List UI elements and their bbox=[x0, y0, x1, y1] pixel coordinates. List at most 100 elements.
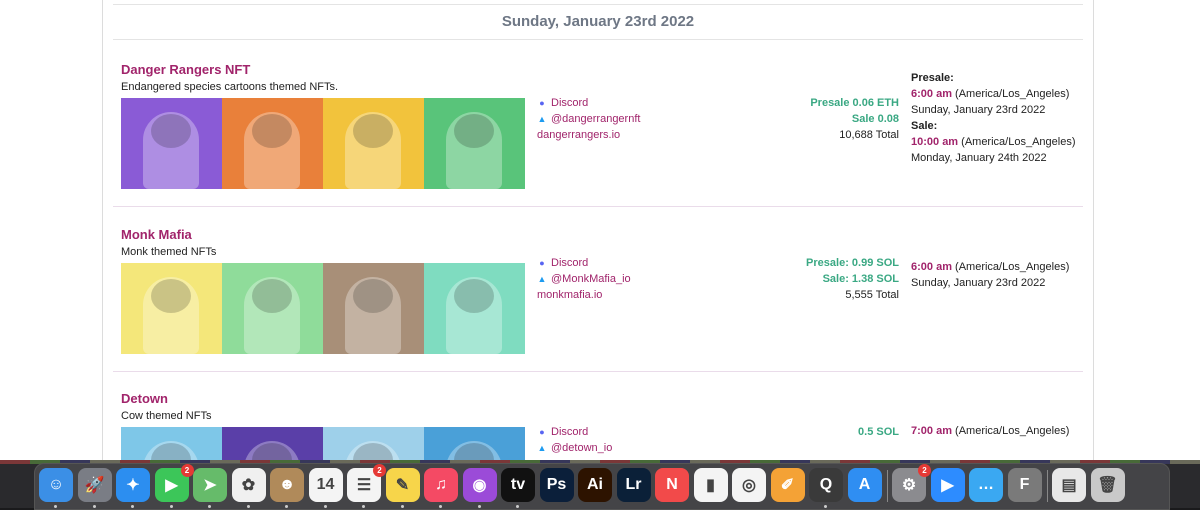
notification-badge: 2 bbox=[918, 464, 931, 477]
nft-thumbnail[interactable] bbox=[121, 98, 222, 189]
fontbook-icon[interactable]: F bbox=[1007, 468, 1042, 502]
drop-title[interactable]: Detown bbox=[121, 391, 168, 406]
nft-thumbnail[interactable] bbox=[222, 98, 323, 189]
time-value: 6:00 am bbox=[911, 88, 952, 100]
numbers-icon[interactable]: ▮ bbox=[693, 468, 728, 502]
illustrator-icon-glyph: Ai bbox=[587, 476, 603, 493]
lightroom-icon[interactable]: Lr bbox=[616, 468, 651, 502]
twitter-icon: ▲ bbox=[537, 114, 547, 124]
appstore-icon[interactable]: A bbox=[847, 468, 882, 502]
maps-icon-glyph: ➤ bbox=[203, 477, 217, 494]
nft-thumbnail[interactable] bbox=[323, 263, 424, 354]
dock-divider bbox=[1047, 470, 1048, 502]
png-file-icon-glyph: ▤ bbox=[1061, 477, 1077, 494]
pages-icon-glyph: ✐ bbox=[780, 477, 795, 494]
schedule-date: Monday, January 24th 2022 bbox=[911, 152, 1047, 164]
launchpad-icon-glyph: 🚀 bbox=[84, 477, 105, 494]
notification-badge: 2 bbox=[180, 464, 194, 477]
facetime-icon-glyph: ▶ bbox=[165, 477, 178, 494]
nft-thumbnail[interactable] bbox=[424, 98, 525, 189]
reminders-icon[interactable]: ☰ 2 bbox=[347, 464, 386, 502]
price-line: 0.5 SOL bbox=[858, 426, 899, 438]
facetime-icon[interactable]: ▶ 2 bbox=[154, 464, 194, 502]
quicktime-icon[interactable]: Q bbox=[809, 468, 843, 502]
social-links: ● Discord ▲ @dangerrangernft dangerrangers.i… bbox=[537, 95, 640, 143]
nft-thumbnail[interactable] bbox=[424, 427, 525, 462]
systemprefs-icon[interactable]: ⚙ 2 bbox=[892, 464, 931, 502]
schedule-time: 6:00 am (America/Los_Angeles) bbox=[911, 86, 1086, 102]
calendar-icon-glyph: 14 bbox=[316, 476, 335, 493]
drop-title[interactable]: Danger Rangers NFT bbox=[121, 62, 250, 77]
nft-thumbnail[interactable] bbox=[323, 98, 424, 189]
time-value: 6:00 am bbox=[911, 261, 952, 273]
photos-icon[interactable]: ✿ bbox=[231, 468, 266, 502]
website-link[interactable]: dangerrangers.io bbox=[537, 127, 640, 143]
notes-icon-glyph: ✎ bbox=[395, 477, 410, 494]
discord-icon: ● bbox=[539, 427, 545, 437]
trash-icon-glyph: 🗑 bbox=[1097, 477, 1118, 494]
pages-icon[interactable]: ✐ bbox=[770, 468, 805, 502]
nft-thumbnail[interactable] bbox=[323, 427, 424, 462]
zoom-icon[interactable]: ▶ bbox=[930, 468, 965, 502]
timezone: (America/Los_Angeles) bbox=[955, 425, 1070, 437]
launchpad-icon[interactable]: 🚀 bbox=[77, 468, 112, 502]
podcasts-icon[interactable]: ◉ bbox=[462, 468, 497, 502]
website-link[interactable]: monkmafia.io bbox=[537, 287, 631, 303]
illustrator-icon[interactable]: Ai bbox=[578, 468, 612, 502]
launch-schedule: Presale: 6:00 am (America/Los_Angeles) Sun… bbox=[911, 70, 1086, 166]
drop-title[interactable]: Monk Mafia bbox=[121, 227, 192, 242]
maps-icon[interactable]: ➤ bbox=[193, 468, 227, 502]
png-file-icon[interactable]: ▤ bbox=[1052, 468, 1086, 502]
safari-icon[interactable]: ✦ bbox=[116, 468, 150, 502]
price-line: Sale: 1.38 SOL bbox=[822, 273, 899, 285]
supply-total: 10,688 Total bbox=[839, 129, 899, 141]
social-links: ● Discord ▲ @MonkMafia_io monkmafia.io bbox=[537, 255, 631, 303]
messages-icon-glyph: … bbox=[978, 476, 994, 493]
price-info: Presale 0.06 ETH Sale 0.08 10,688 Total bbox=[699, 95, 899, 143]
twitter-link[interactable]: ▲ @dangerrangernft bbox=[537, 111, 641, 127]
appletv-icon[interactable]: tv bbox=[501, 468, 535, 502]
news-icon[interactable]: N bbox=[655, 468, 689, 502]
timezone: (America/Los_Angeles) bbox=[955, 261, 1070, 273]
notes-icon[interactable]: ✎ bbox=[385, 468, 420, 502]
photoshop-icon[interactable]: Ps bbox=[539, 468, 574, 502]
schedule-label: Presale: bbox=[911, 70, 1086, 86]
browser-viewport: Sunday, January 23rd 2022 Danger Rangers… bbox=[0, 0, 1200, 462]
price-info: 0.5 SOL bbox=[699, 424, 899, 440]
contacts-icon[interactable]: ☻ bbox=[270, 468, 304, 502]
appletv-icon-glyph: tv bbox=[510, 476, 526, 493]
finder-icon[interactable]: ☺ bbox=[39, 468, 73, 502]
safari-icon-glyph: ✦ bbox=[126, 477, 140, 494]
discord-label: Discord bbox=[551, 426, 589, 438]
systemprefs-icon-glyph: ⚙ bbox=[901, 477, 917, 494]
chrome-icon[interactable]: ◎ bbox=[732, 468, 766, 502]
nft-thumbnail[interactable] bbox=[222, 427, 323, 462]
supply-total: 5,555 Total bbox=[845, 289, 899, 301]
fontbook-icon-glyph: F bbox=[1019, 476, 1030, 493]
discord-link[interactable]: ● Discord bbox=[537, 424, 612, 440]
price-line: Sale 0.08 bbox=[851, 113, 899, 125]
drop-images bbox=[121, 427, 525, 462]
schedule-time: 7:00 am (America/Los_Angeles) bbox=[911, 423, 1086, 439]
nft-thumbnail[interactable] bbox=[121, 263, 222, 354]
drop-divider bbox=[113, 206, 1083, 207]
messages-icon[interactable]: … bbox=[969, 468, 1003, 502]
price-line: Presale: 0.99 SOL bbox=[806, 257, 899, 269]
calendar-icon[interactable]: 14 bbox=[308, 468, 343, 502]
nft-thumbnail[interactable] bbox=[121, 427, 222, 462]
twitter-link[interactable]: ▲ @detown_io bbox=[537, 440, 613, 456]
twitter-link[interactable]: ▲ @MonkMafia_io bbox=[537, 271, 631, 287]
discord-icon: ● bbox=[539, 258, 545, 268]
trash-icon[interactable]: 🗑 bbox=[1090, 468, 1125, 502]
twitter-handle: @MonkMafia_io bbox=[551, 273, 631, 285]
notification-badge: 2 bbox=[373, 464, 386, 477]
drop-divider bbox=[113, 371, 1083, 372]
music-icon[interactable]: ♫ bbox=[424, 468, 458, 502]
drop-images bbox=[121, 263, 525, 354]
nft-thumbnail[interactable] bbox=[424, 263, 525, 354]
discord-link[interactable]: ● Discord bbox=[537, 255, 631, 271]
news-icon-glyph: N bbox=[666, 476, 678, 493]
podcasts-icon-glyph: ◉ bbox=[472, 477, 487, 494]
discord-link[interactable]: ● Discord bbox=[537, 95, 640, 111]
nft-thumbnail[interactable] bbox=[222, 263, 323, 354]
